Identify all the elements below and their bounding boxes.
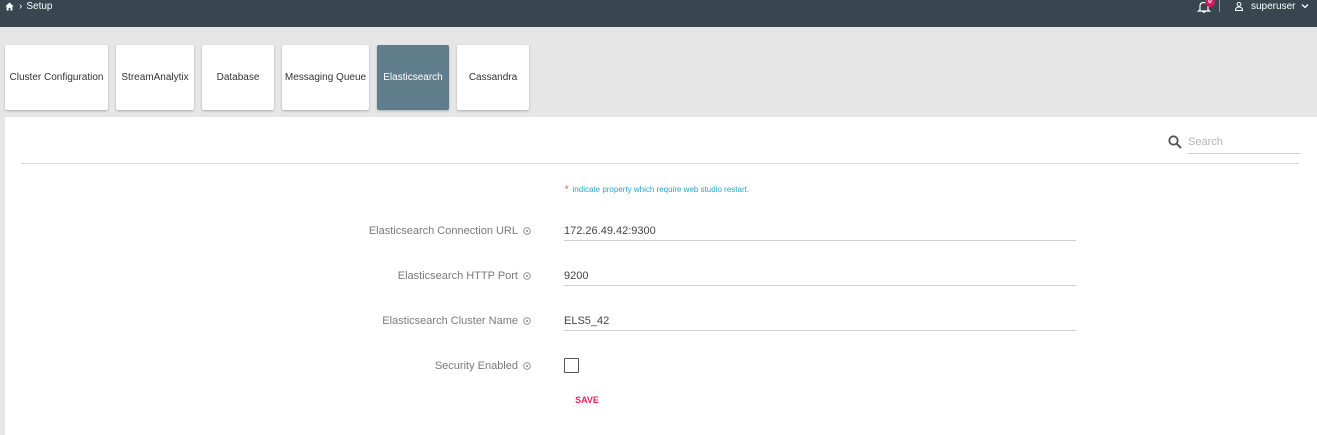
info-icon[interactable] — [523, 272, 531, 280]
user-menu[interactable]: superuser — [1235, 0, 1309, 12]
home-icon[interactable] — [5, 2, 14, 11]
breadcrumb-setup[interactable]: Setup — [26, 1, 52, 12]
save-button[interactable]: SAVE — [570, 392, 604, 408]
info-icon[interactable] — [523, 362, 531, 370]
cluster-name-label: Elasticsearch Cluster Name — [382, 313, 531, 329]
http-port-label-text: Elasticsearch HTTP Port — [397, 270, 518, 282]
http-port-label: Elasticsearch HTTP Port — [398, 268, 531, 284]
security-enabled-label: Security Enabled — [435, 358, 531, 374]
header-divider — [1219, 0, 1220, 12]
connection-url-label: Elasticsearch Connection URL — [369, 223, 531, 239]
tab-cluster-configuration[interactable]: Cluster Configuration — [5, 45, 108, 110]
search-icon[interactable] — [1168, 135, 1182, 149]
tab-messaging-queue[interactable]: Messaging Queue — [282, 45, 369, 110]
restart-note: * indicate property which require web stu… — [565, 184, 749, 194]
required-marker: * — [565, 184, 569, 194]
search-box — [1168, 130, 1300, 154]
tab-cassandra[interactable]: Cassandra — [457, 45, 529, 110]
restart-note-text: indicate property which require web stud… — [572, 185, 750, 194]
panel-divider — [21, 163, 1299, 164]
security-enabled-checkbox[interactable] — [564, 358, 579, 373]
cluster-name-field[interactable] — [564, 311, 1076, 331]
breadcrumb: › Setup — [5, 0, 52, 13]
info-icon[interactable] — [523, 227, 531, 235]
connection-url-field[interactable] — [564, 221, 1076, 241]
http-port-field[interactable] — [564, 266, 1076, 286]
search-input[interactable] — [1188, 130, 1300, 154]
chevron-down-icon — [1302, 4, 1309, 9]
tab-database[interactable]: Database — [202, 45, 274, 110]
tab-streamanalytix[interactable]: StreamAnalytix — [116, 45, 194, 110]
info-icon[interactable] — [523, 317, 531, 325]
tab-elasticsearch[interactable]: Elasticsearch — [377, 45, 449, 110]
cluster-name-label-text: Elasticsearch Cluster Name — [382, 315, 518, 327]
security-enabled-label-text: Security Enabled — [434, 360, 518, 372]
chevron-right-icon: › — [19, 1, 23, 12]
top-bar: › Setup 0 superuser — [0, 0, 1317, 27]
connection-url-label-text: Elasticsearch Connection URL — [368, 225, 518, 237]
notification-badge: 0 — [1205, 0, 1215, 7]
user-icon — [1235, 1, 1243, 11]
username: superuser — [1251, 0, 1296, 12]
